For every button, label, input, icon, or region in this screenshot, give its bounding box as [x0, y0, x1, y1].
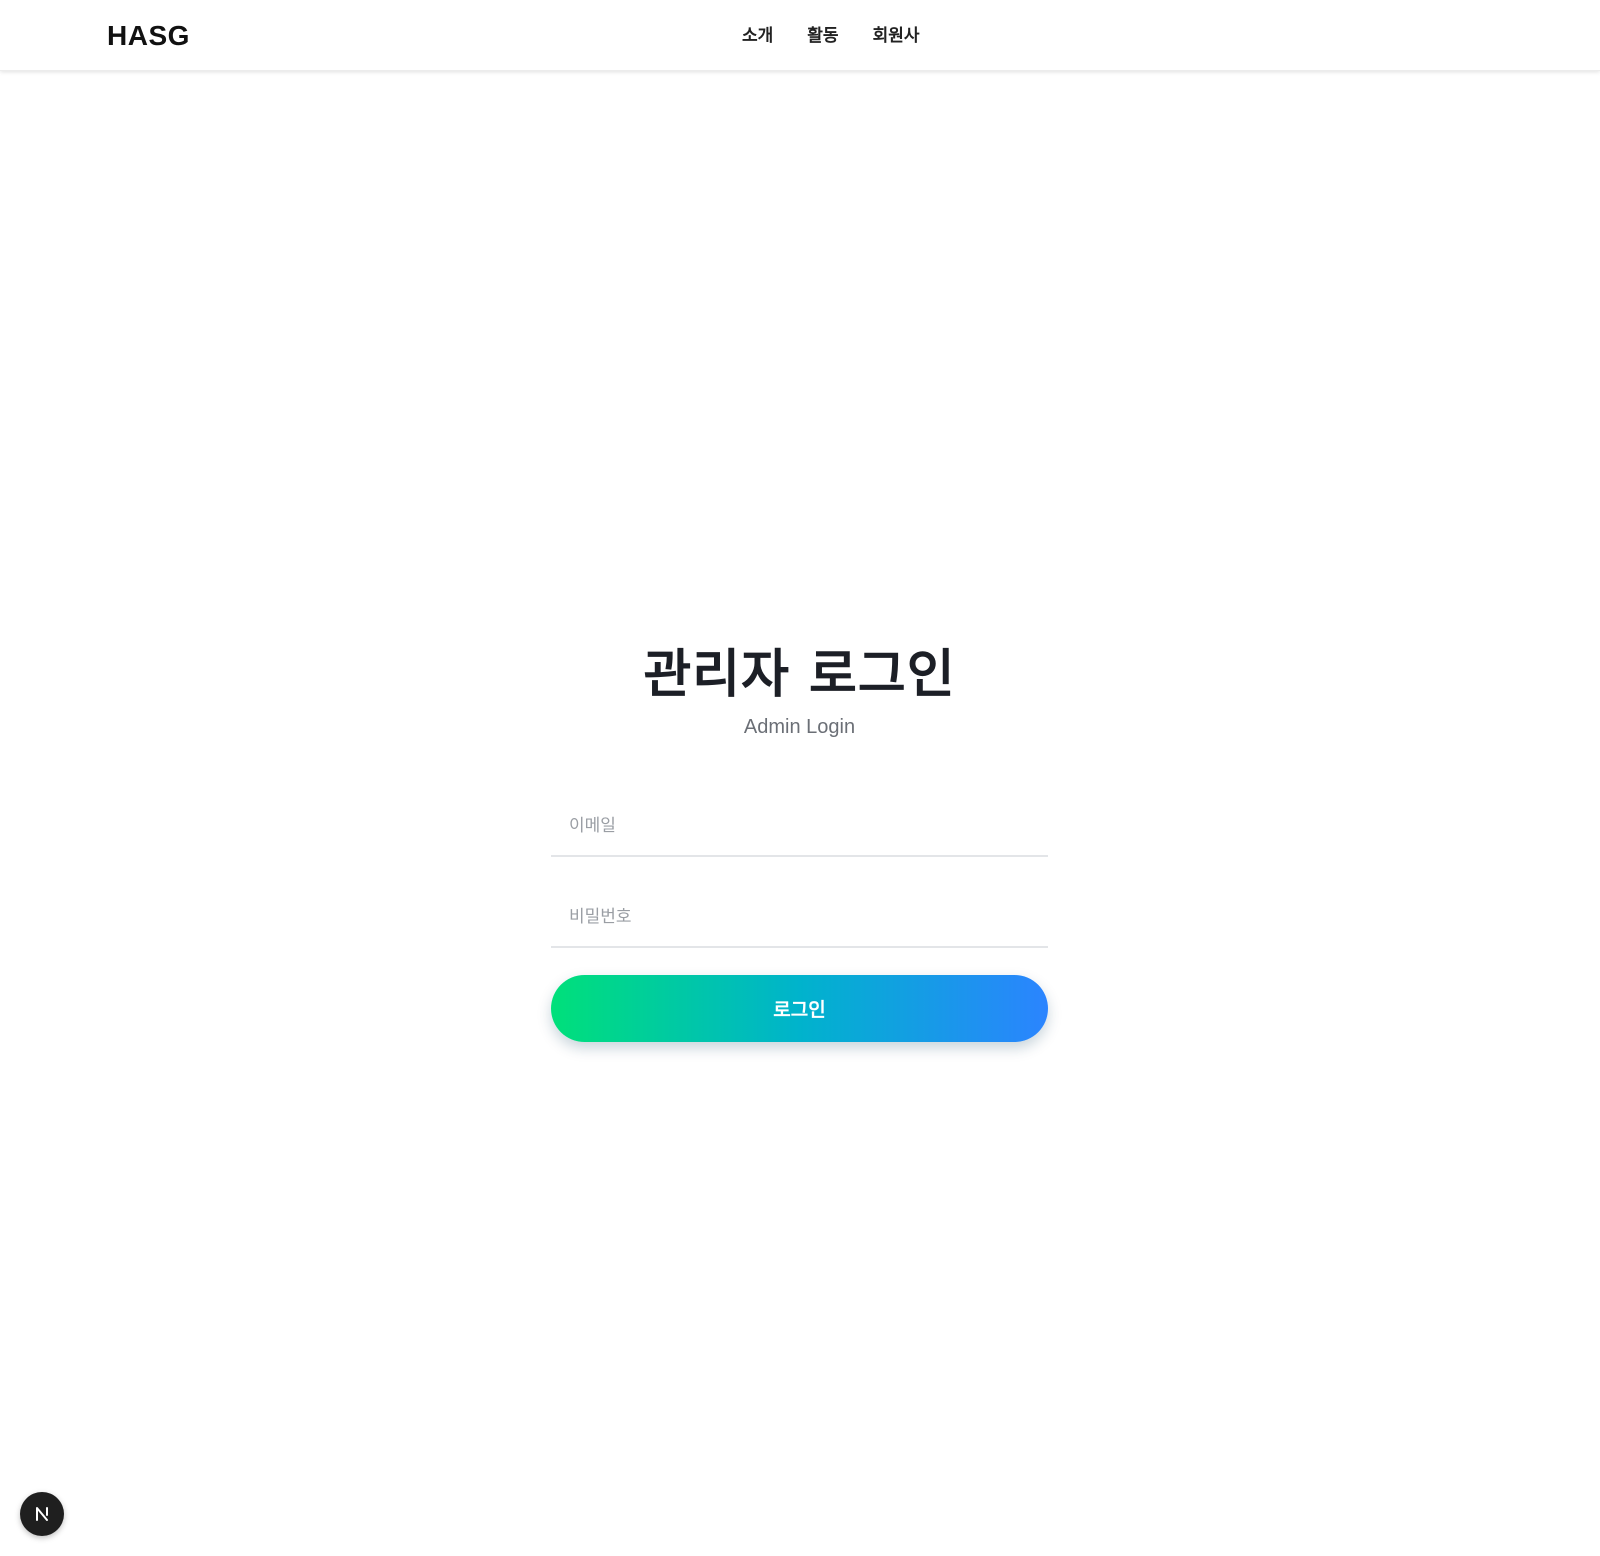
nav-item-about[interactable]: 소개 [742, 22, 773, 50]
nextjs-icon[interactable] [20, 1492, 64, 1536]
page-title: 관리자 로그인 [643, 645, 956, 705]
nav-item-activities[interactable]: 활동 [807, 22, 838, 50]
admin-login-page: HASG 소개 활동 회원사 관리자 로그인 Admin Login 로그인 [0, 0, 1600, 1556]
nextjs-logo-glyph [36, 1507, 48, 1521]
site-logo[interactable]: HASG [107, 18, 190, 54]
login-panel: 관리자 로그인 Admin Login 로그인 [551, 640, 1048, 1042]
login-button[interactable]: 로그인 [551, 975, 1048, 1042]
main-nav: 소개 활동 회원사 [742, 22, 919, 50]
password-field[interactable] [551, 888, 1048, 948]
nav-item-members[interactable]: 회원사 [873, 22, 920, 50]
site-header: HASG 소개 활동 회원사 [0, 0, 1600, 71]
login-form: 로그인 [551, 797, 1048, 1042]
page-subtitle: Admin Login [743, 716, 856, 738]
email-field[interactable] [551, 797, 1048, 857]
